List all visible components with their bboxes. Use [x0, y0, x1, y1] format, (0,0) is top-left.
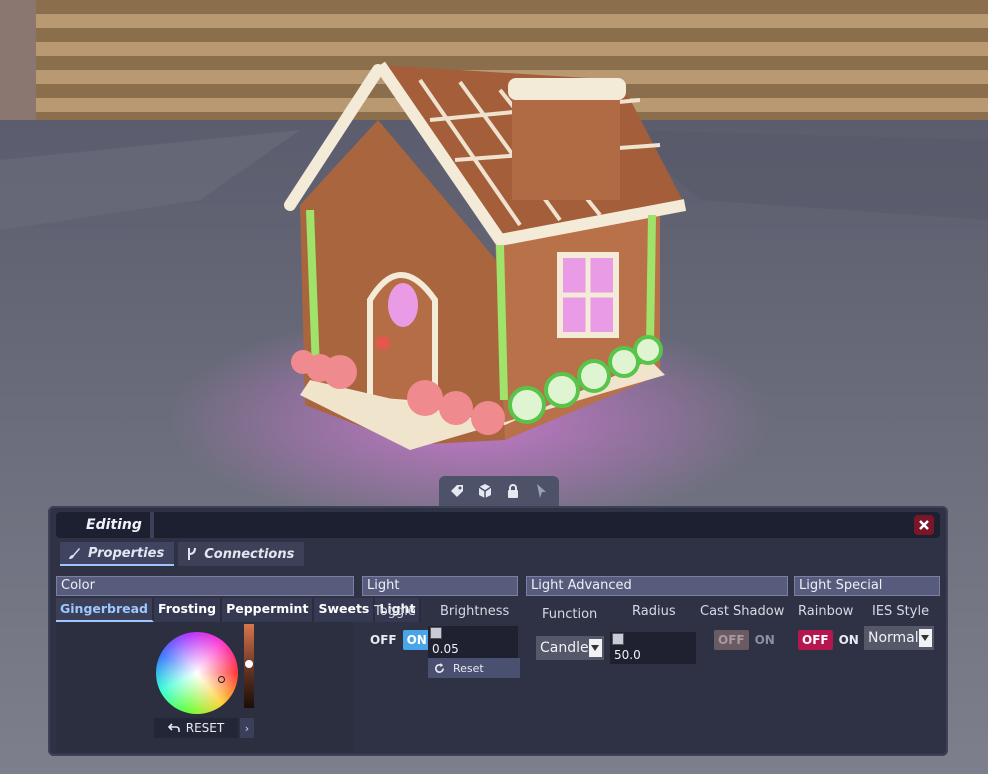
light-toggle[interactable]: OFF ON: [366, 630, 431, 650]
branch-icon: [188, 547, 197, 560]
tab-properties-label: Properties: [88, 545, 165, 561]
subtab-gingerbread[interactable]: Gingerbread: [56, 598, 155, 622]
color-value-slider[interactable]: [244, 624, 254, 708]
color-section: Color Gingerbread Frosting Peppermint Sw…: [56, 576, 422, 752]
close-icon: [919, 520, 929, 530]
color-expand-button[interactable]: ›: [240, 718, 254, 738]
tab-connections-label: Connections: [204, 546, 295, 562]
tab-connections[interactable]: Connections: [178, 542, 305, 566]
undo-icon: [167, 723, 180, 732]
light-toggle-on[interactable]: ON: [402, 630, 431, 650]
tag-icon[interactable]: [445, 479, 469, 503]
cube-icon[interactable]: [473, 479, 497, 503]
subtab-peppermint[interactable]: Peppermint: [222, 598, 315, 622]
brush-icon: [69, 548, 80, 559]
close-button[interactable]: [914, 515, 934, 535]
tab-properties[interactable]: Properties: [60, 542, 175, 566]
chevron-down-icon: [588, 639, 602, 657]
rainbow-label: Rainbow: [798, 604, 854, 619]
brightness-reset-label: Reset: [453, 661, 484, 675]
color-value-knob[interactable]: [245, 660, 253, 668]
panel-tabs: Properties Connections: [60, 542, 305, 566]
color-wheel-cursor[interactable]: [218, 676, 225, 683]
cast-shadow-label: Cast Shadow: [700, 604, 785, 619]
light-advanced-section: Light Advanced Function Radius Cast Shad…: [526, 576, 788, 716]
light-section: Light Toggle Brightness OFF ON 0.05 Rese…: [362, 576, 520, 716]
color-reset-button[interactable]: RESET: [154, 718, 238, 738]
function-select[interactable]: Candle: [536, 636, 604, 660]
radius-slider[interactable]: 50.0: [610, 632, 696, 664]
light-toggle-off[interactable]: OFF: [366, 630, 401, 650]
chevron-down-icon: [918, 629, 932, 647]
subtab-frosting[interactable]: Frosting: [154, 598, 223, 622]
lock-icon[interactable]: [501, 479, 525, 503]
color-picker: RESET ›: [56, 622, 354, 752]
function-label: Function: [542, 607, 598, 622]
cast-shadow-toggle[interactable]: OFF ON: [714, 630, 779, 650]
object-toolbar: [439, 476, 559, 506]
cursor-icon[interactable]: [529, 479, 553, 503]
radius-label: Radius: [632, 604, 676, 619]
color-subtabs: Gingerbread Frosting Peppermint Sweets L…: [56, 598, 422, 622]
rainbow-on[interactable]: ON: [835, 630, 863, 650]
brightness-label: Brightness: [440, 604, 510, 619]
color-reset-label: RESET: [185, 721, 225, 735]
toggle-label: Toggle: [374, 604, 416, 619]
rainbow-toggle[interactable]: OFF ON: [798, 630, 863, 650]
chevron-right-icon: ›: [244, 721, 250, 735]
light-special-header: Light Special: [794, 576, 940, 596]
ies-style-select[interactable]: Normal: [864, 626, 934, 650]
light-special-section: Light Special Rainbow IES Style OFF ON N…: [794, 576, 940, 716]
function-value: Candle: [540, 640, 589, 656]
cast-shadow-off[interactable]: OFF: [714, 630, 749, 650]
color-wheel[interactable]: [156, 632, 238, 714]
radius-value: 50.0: [614, 648, 641, 662]
ies-style-label: IES Style: [872, 604, 930, 619]
panel-title: Editing: [56, 512, 154, 538]
brightness-reset-button[interactable]: Reset: [428, 658, 520, 678]
light-header: Light: [362, 576, 518, 596]
color-header: Color: [56, 576, 354, 596]
refresh-icon: [435, 662, 444, 673]
radius-knob[interactable]: [612, 633, 624, 645]
ies-style-value: Normal: [868, 630, 919, 646]
cast-shadow-on[interactable]: ON: [751, 630, 779, 650]
brightness-slider[interactable]: 0.05: [428, 626, 518, 658]
panel-title-bar: Editing: [56, 512, 940, 538]
light-advanced-header: Light Advanced: [526, 576, 788, 596]
brightness-knob[interactable]: [430, 627, 442, 639]
brightness-value: 0.05: [432, 642, 459, 656]
editing-panel: Editing Properties Connections Color Gin…: [48, 506, 948, 756]
rainbow-off[interactable]: OFF: [798, 630, 833, 650]
